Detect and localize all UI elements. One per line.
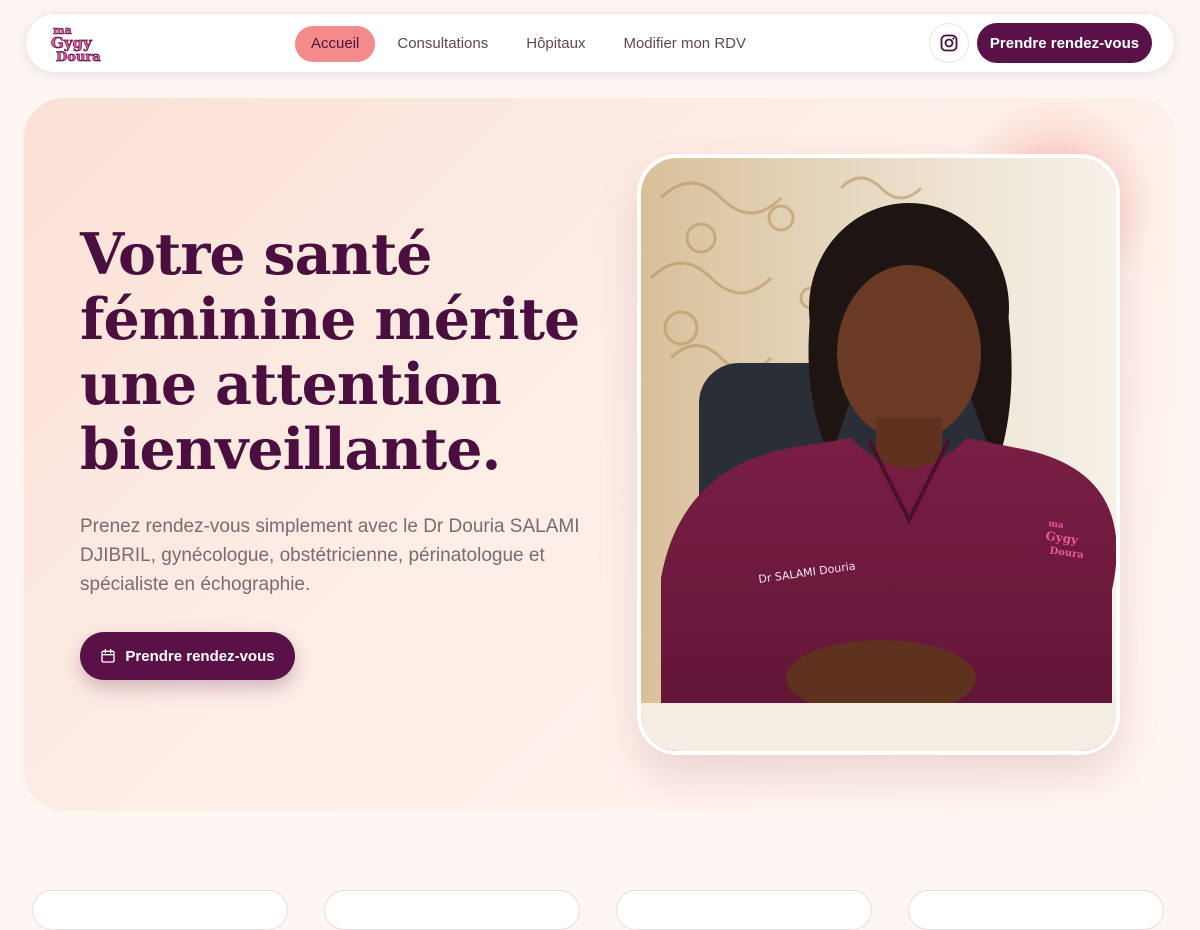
instagram-icon <box>940 34 958 52</box>
nav-book-appointment-button[interactable]: Prendre rendez-vous <box>977 23 1152 63</box>
hero-subtitle: Prenez rendez-vous simplement avec le Dr… <box>80 516 580 595</box>
hero-cta-label: Prendre rendez-vous <box>125 647 275 665</box>
calendar-icon <box>101 649 116 663</box>
feature-card[interactable] <box>324 890 580 930</box>
nav-item-accueil[interactable]: Accueil <box>295 26 376 62</box>
svg-text:Doura: Doura <box>56 50 101 63</box>
nav-item-hopitaux[interactable]: Hôpitaux <box>510 26 601 62</box>
hero-section: Votre santé féminine mérite une attentio… <box>24 98 1176 811</box>
feature-card[interactable] <box>616 890 872 930</box>
nav-item-modifier-rdv[interactable]: Modifier mon RDV <box>607 26 762 62</box>
logo-image: ma Gygy Doura <box>51 24 102 63</box>
main-nav: Accueil Consultations Hôpitaux Modifier … <box>295 26 762 62</box>
hero-title: Votre santé féminine mérite une attentio… <box>80 221 580 483</box>
doctor-photo: Dr SALAMI Douria ma Gygy Doura <box>641 158 1116 751</box>
hero-book-appointment-button[interactable]: Prendre rendez-vous <box>80 632 295 680</box>
brand-logo[interactable]: ma Gygy Doura <box>50 23 112 63</box>
doctor-photo-frame: Dr SALAMI Douria ma Gygy Doura <box>637 154 1120 755</box>
top-navbar: ma Gygy Doura Accueil Consultations Hôpi… <box>25 13 1175 73</box>
feature-card[interactable] <box>32 890 288 930</box>
feature-card[interactable] <box>908 890 1164 930</box>
instagram-button[interactable] <box>929 23 969 63</box>
nav-item-consultations[interactable]: Consultations <box>381 26 504 62</box>
doctor-portrait-illustration: Dr SALAMI Douria ma Gygy Doura <box>641 158 1116 751</box>
feature-cards-row <box>32 890 1168 930</box>
